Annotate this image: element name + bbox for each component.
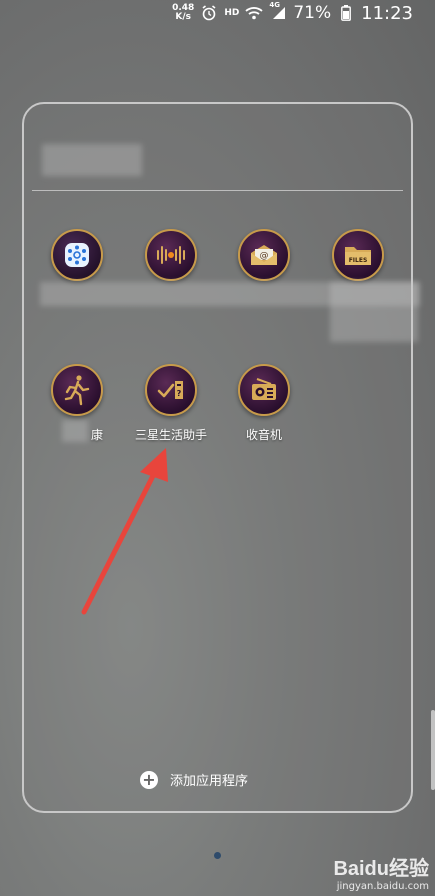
radio-icon [238,364,290,416]
baidu-jingyan-watermark: Baidu经验 jingyan.baidu.com [333,852,429,892]
hd-voice-label: HD [224,8,240,18]
edge-panel-handle[interactable] [431,710,435,790]
plus-icon: + [140,770,158,789]
svg-text:FILES: FILES [349,257,368,264]
battery-percent: 71% [293,3,332,23]
net-speed-unit: K/s [175,12,192,22]
app-radio[interactable]: 收音机 [219,364,309,443]
add-apps-label: 添加应用程序 [170,774,249,789]
svg-text:?: ? [177,389,182,398]
files-folder-icon: FILES [332,229,384,281]
page-indicator-dot [214,852,221,859]
add-apps-button[interactable]: + 添加应用程序 [140,770,248,789]
network-hub-icon [51,229,103,281]
folder-divider [32,190,403,191]
battery-icon [337,5,355,21]
redacted-folder-name [42,144,142,176]
network-speed: 0.48 K/s [172,4,194,22]
redacted-app-label [62,420,88,442]
email-envelope-icon: @ [238,229,290,281]
runner-icon [51,364,103,416]
red-arrow-annotation [81,448,168,615]
app-samsung-life-assistant[interactable]: ? 三星生活助手 [126,364,216,443]
svg-text:@: @ [260,251,269,261]
cellular-signal-icon: 4G [269,1,287,21]
watermark-logo: Baidu经验 [333,858,429,880]
clock: 11:23 [361,2,413,24]
signal-type-label: 4G [269,1,280,9]
status-bar: 0.48 K/s HD 4G 71% 11:23 [0,0,435,26]
sound-wave-icon [145,229,197,281]
checklist-icon: ? [145,364,197,416]
redacted-app-labels [330,282,418,342]
app-label: 收音机 [245,428,282,442]
watermark-url: jingyan.baidu.com [336,881,429,892]
wifi-icon [245,5,263,21]
alarm-icon [200,5,218,21]
